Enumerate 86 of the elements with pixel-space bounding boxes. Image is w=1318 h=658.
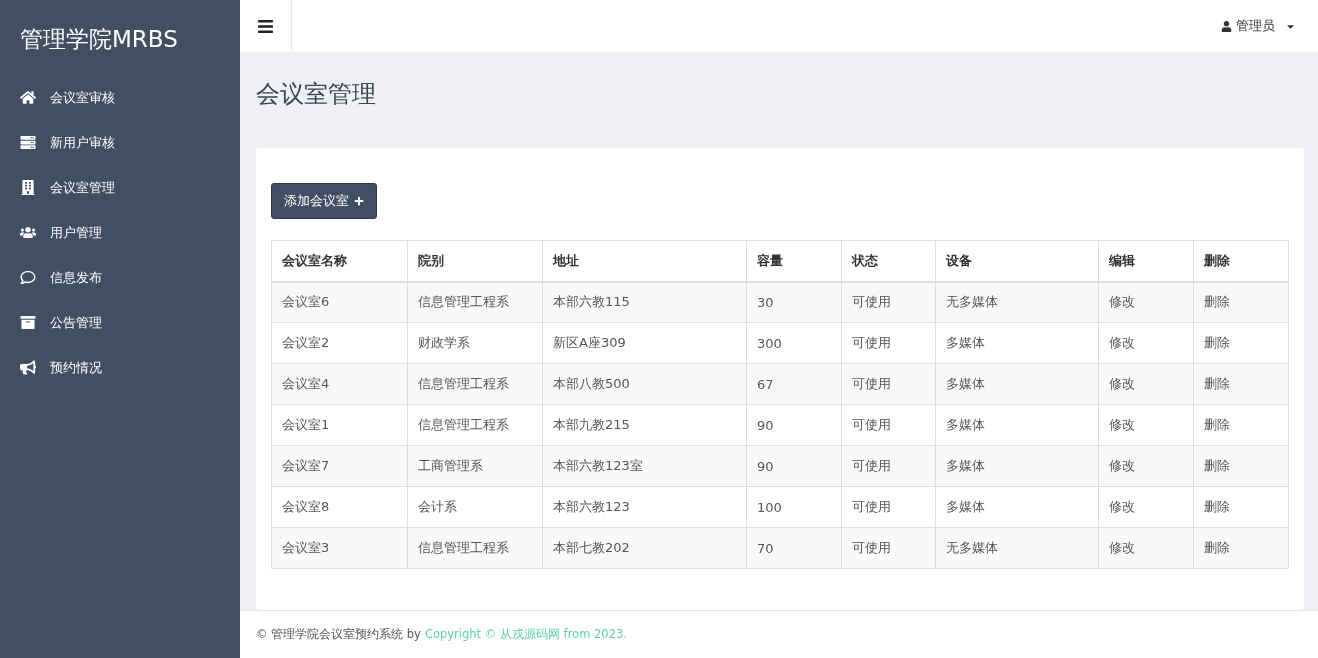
table-cell: 多媒体 — [935, 445, 1099, 487]
table-cell: 工商管理系 — [407, 445, 543, 487]
table-link[interactable]: 修改 — [1098, 281, 1194, 323]
table-cell: 本部六教115 — [542, 281, 747, 323]
add-button[interactable]: 添加会议室 — [271, 183, 377, 219]
column-header: 会议室名称 — [271, 240, 408, 282]
table-link[interactable]: 删除 — [1193, 281, 1289, 323]
bullhorn-icon — [20, 360, 36, 375]
table-cell: 可使用 — [841, 281, 936, 323]
sidebar-item[interactable]: 会议室管理 — [0, 165, 240, 210]
table-cell: 会议室6 — [271, 281, 408, 323]
table-cell: 多媒体 — [935, 404, 1099, 446]
table-cell: 无多媒体 — [935, 281, 1099, 323]
table-link[interactable]: 修改 — [1098, 363, 1194, 405]
brand-title: 管理学院MRBS — [19, 25, 179, 54]
column-header: 状态 — [841, 240, 936, 282]
table-cell: 多媒体 — [935, 322, 1099, 364]
table-cell: 可使用 — [841, 486, 936, 528]
table-cell: 信息管理工程系 — [407, 363, 543, 405]
column-header: 设备 — [935, 240, 1099, 282]
table-link[interactable]: 修改 — [1098, 527, 1194, 569]
table-cell: 30 — [746, 281, 842, 323]
table-cell: 无多媒体 — [935, 527, 1099, 569]
table-cell: 会议室4 — [271, 363, 408, 405]
table-link[interactable]: 修改 — [1098, 404, 1194, 446]
home-icon — [20, 90, 36, 105]
users-icon — [20, 225, 36, 240]
table-cell: 会议室2 — [271, 322, 408, 364]
table-cell: 可使用 — [841, 445, 936, 487]
column-header: 编辑 — [1098, 240, 1194, 282]
table-cell: 会议室7 — [271, 445, 408, 487]
table-link[interactable]: 修改 — [1098, 445, 1194, 487]
table-link[interactable]: 删除 — [1193, 363, 1289, 405]
user-menu[interactable]: 管理员 — [1221, 17, 1296, 35]
table-cell: 可使用 — [841, 404, 936, 446]
sidebar-item[interactable]: 用户管理 — [0, 210, 240, 255]
sidebar-item[interactable]: 预约情况 — [0, 345, 240, 390]
table-cell: 300 — [746, 322, 842, 364]
server-icon — [20, 135, 36, 150]
table-cell: 70 — [746, 527, 842, 569]
table-link[interactable]: 删除 — [1193, 445, 1289, 487]
column-header: 容量 — [746, 240, 842, 282]
table-cell: 本部六教123室 — [542, 445, 747, 487]
table-link[interactable]: 删除 — [1193, 404, 1289, 446]
table-cell: 新区A座309 — [542, 322, 747, 364]
table-cell: 会议室3 — [271, 527, 408, 569]
plus-icon — [354, 196, 364, 206]
page-title: 会议室管理 — [256, 79, 377, 110]
table-cell: 90 — [746, 445, 842, 487]
table-cell: 本部九教215 — [542, 404, 747, 446]
comment-icon — [20, 270, 36, 285]
table-cell: 多媒体 — [935, 486, 1099, 528]
table-cell: 本部七教202 — [542, 527, 747, 569]
table-link[interactable]: 修改 — [1098, 322, 1194, 364]
sidebar-item[interactable]: 新用户审核 — [0, 120, 240, 165]
sidebar-item[interactable]: 信息发布 — [0, 255, 240, 300]
table-cell: 本部六教123 — [542, 486, 747, 528]
table-cell: 多媒体 — [935, 363, 1099, 405]
column-header: 地址 — [542, 240, 747, 282]
building-icon — [20, 180, 36, 195]
table-link[interactable]: 删除 — [1193, 322, 1289, 364]
menu-icon — [257, 17, 274, 35]
table-cell: 本部八教500 — [542, 363, 747, 405]
column-header: 删除 — [1193, 240, 1289, 282]
footer-text: © 管理学院会议室预约系统 by — [256, 627, 421, 642]
table-cell: 信息管理工程系 — [407, 281, 543, 323]
sidebar-item[interactable]: 公告管理 — [0, 300, 240, 345]
archive-icon — [20, 315, 36, 330]
table-cell: 会议室8 — [271, 486, 408, 528]
table-cell: 可使用 — [841, 363, 936, 405]
table-cell: 信息管理工程系 — [407, 404, 543, 446]
table-link[interactable]: 修改 — [1098, 486, 1194, 528]
table-link[interactable]: 删除 — [1193, 486, 1289, 528]
table-cell: 可使用 — [841, 322, 936, 364]
table-cell: 100 — [746, 486, 842, 528]
table-cell: 财政学系 — [407, 322, 543, 364]
table-cell: 67 — [746, 363, 842, 405]
table-cell: 可使用 — [841, 527, 936, 569]
table-cell: 会计系 — [407, 486, 543, 528]
column-header: 院别 — [407, 240, 543, 282]
table-cell: 会议室1 — [271, 404, 408, 446]
sidebar-item[interactable]: 会议室审核 — [0, 75, 240, 120]
table-cell: 90 — [746, 404, 842, 446]
table-cell: 信息管理工程系 — [407, 527, 543, 569]
user-icon — [1221, 20, 1232, 32]
table-link[interactable]: 删除 — [1193, 527, 1289, 569]
